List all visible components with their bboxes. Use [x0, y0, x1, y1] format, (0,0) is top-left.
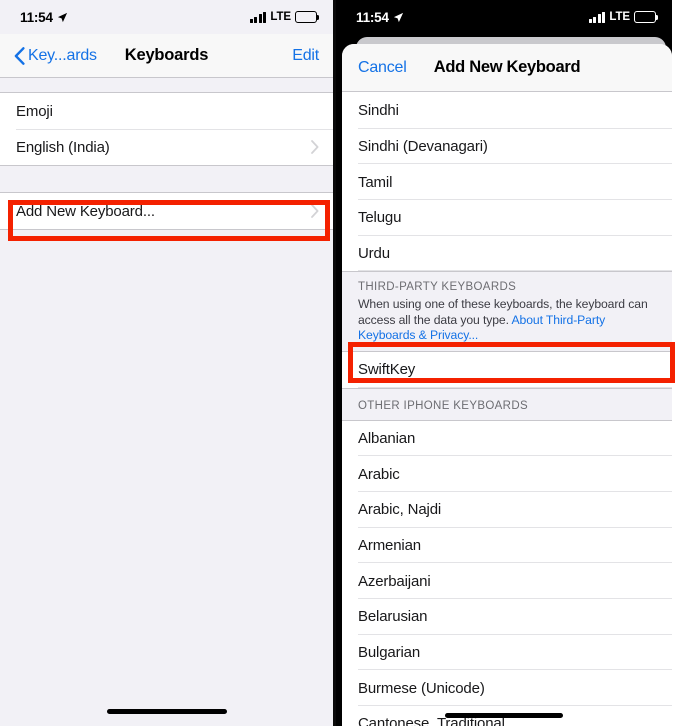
cancel-button[interactable]: Cancel — [358, 59, 407, 77]
list-item-label: Armenian — [358, 536, 421, 554]
other-language-list: Albanian Arabic Arabic, Najdi Armenian A… — [342, 420, 672, 726]
cellular-signal-icon — [588, 11, 606, 23]
swiftkey-label: SwiftKey — [358, 361, 416, 379]
status-right-group: LTE — [588, 11, 659, 23]
list-gap-top — [0, 78, 333, 92]
home-indicator — [106, 709, 227, 714]
list-item-label: Azerbaijani — [358, 572, 431, 590]
swiftkey-item[interactable]: SwiftKey — [342, 352, 672, 388]
status-time: 11:54 — [20, 9, 53, 25]
top-language-list: Sindhi Sindhi (Devanagari) Tamil Telugu … — [342, 93, 672, 272]
list-item[interactable]: Arabic, Najdi — [342, 491, 672, 528]
list-item[interactable]: Sindhi (Devanagari) — [342, 128, 672, 165]
back-button-label: Key...ards — [28, 46, 97, 64]
add-new-keyboard-label: Add New Keyboard... — [16, 202, 155, 220]
third-party-keyboard-list: SwiftKey — [342, 352, 672, 388]
status-time-group: 11:54 — [356, 10, 404, 25]
list-item[interactable]: Urdu — [342, 235, 672, 272]
location-arrow-icon — [393, 12, 403, 22]
third-party-section-description: When using one of these keyboards, the k… — [358, 297, 656, 344]
status-time: 11:54 — [356, 9, 389, 25]
list-gap-middle — [0, 166, 333, 192]
left-nav-bar: Key...ards Keyboards Edit — [0, 34, 333, 78]
battery-icon — [634, 11, 659, 23]
list-item[interactable]: Albanian — [342, 420, 672, 457]
chevron-right-icon — [311, 140, 319, 154]
add-keyboard-modal: Cancel Add New Keyboard Sindhi Sindhi (D… — [342, 44, 672, 726]
status-time-group: 11:54 — [20, 10, 68, 25]
list-item-label: English (India) — [16, 138, 110, 156]
modal-scroll-area[interactable]: Sindhi Sindhi (Devanagari) Tamil Telugu … — [342, 93, 672, 726]
back-button[interactable]: Key...ards — [14, 47, 97, 65]
location-arrow-icon — [57, 12, 67, 22]
left-status-bar: 11:54 LTE — [0, 0, 333, 34]
edit-button[interactable]: Edit — [292, 47, 319, 65]
list-item[interactable]: Emoji — [0, 93, 333, 129]
list-item[interactable]: Telugu — [342, 200, 672, 236]
list-item-label: Sindhi — [358, 102, 399, 120]
carrier-label: LTE — [270, 11, 291, 23]
list-item[interactable]: Tamil — [342, 164, 672, 201]
list-item-label: Arabic, Najdi — [358, 501, 442, 519]
list-item-label: Burmese (Unicode) — [358, 679, 485, 697]
list-item[interactable]: Sindhi — [342, 93, 672, 129]
battery-icon — [295, 11, 320, 23]
home-indicator — [445, 713, 563, 718]
list-item-label: Emoji — [16, 102, 53, 120]
carrier-label: LTE — [609, 11, 630, 23]
list-item[interactable]: Armenian — [342, 527, 672, 564]
list-item-label: Telugu — [358, 209, 402, 227]
other-section-title: OTHER IPHONE KEYBOARDS — [358, 399, 529, 412]
other-section-header: OTHER IPHONE KEYBOARDS — [342, 387, 672, 421]
status-right-group: LTE — [249, 11, 320, 23]
modal-nav-bar: Cancel Add New Keyboard — [342, 44, 672, 92]
cellular-signal-icon — [249, 11, 267, 23]
list-item-label: Albanian — [358, 429, 416, 447]
right-status-bar: 11:54 LTE — [336, 0, 672, 34]
third-party-section-header: THIRD-PARTY KEYBOARDS When using one of … — [342, 271, 672, 353]
third-party-section-title: THIRD-PARTY KEYBOARDS — [358, 281, 517, 294]
right-phone-panel: 11:54 LTE Cancel Add New Keyboard Sindhi… — [336, 0, 672, 726]
list-item-label: Arabic — [358, 465, 400, 483]
list-item-label: Sindhi (Devanagari) — [358, 138, 488, 156]
list-item[interactable]: Azerbaijani — [342, 563, 672, 599]
list-item-label: Bulgarian — [358, 644, 421, 662]
list-item[interactable]: Bulgarian — [342, 634, 672, 671]
list-item-label: Urdu — [358, 245, 390, 263]
list-item[interactable]: Arabic — [342, 456, 672, 492]
list-item-label: Belarusian — [358, 608, 428, 626]
chevron-left-icon — [14, 46, 25, 65]
list-item[interactable]: English (India) — [0, 129, 333, 165]
list-item[interactable]: Burmese (Unicode) — [342, 670, 672, 707]
left-phone-panel: 11:54 LTE Key...ards Keyboards Edit Emoj… — [0, 0, 336, 726]
list-item-label: Tamil — [358, 173, 393, 191]
screenshot-root: 11:54 LTE Key...ards Keyboards Edit Emoj… — [0, 0, 675, 726]
list-item[interactable]: Belarusian — [342, 598, 672, 635]
keyboards-group-two: Add New Keyboard... — [0, 192, 333, 230]
add-new-keyboard-item[interactable]: Add New Keyboard... — [0, 193, 333, 229]
chevron-right-icon — [311, 204, 319, 218]
keyboards-group-one: Emoji English (India) — [0, 92, 333, 166]
